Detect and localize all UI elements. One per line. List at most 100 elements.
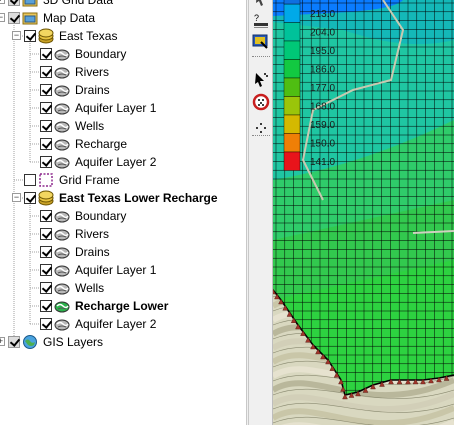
select-tool-icon[interactable] (251, 0, 271, 10)
map-coverage-icon (38, 190, 54, 206)
visibility-checkbox[interactable] (40, 228, 52, 240)
tree-item-label: East Texas Lower Recharge (59, 191, 218, 205)
tree-item-grid-frame[interactable]: Grid Frame (0, 171, 246, 189)
expand-icon[interactable]: + (0, 0, 5, 4)
tree-item-label: Wells (75, 281, 105, 295)
legend-swatch (283, 114, 301, 134)
coverage-layer-icon (54, 244, 70, 260)
visibility-checkbox[interactable] (40, 66, 52, 78)
collapse-icon[interactable]: − (12, 193, 21, 202)
coverage-layer-icon (54, 280, 70, 296)
tree-item-label: Aquifer Layer 1 (75, 263, 157, 277)
legend-swatch (283, 96, 301, 116)
coverage-layer-icon (54, 136, 70, 152)
map-data-folder-icon (22, 10, 38, 26)
tree-item-wells[interactable]: Wells (0, 279, 246, 297)
tree-item-label: Rivers (75, 65, 110, 79)
visibility-checkbox[interactable] (40, 282, 52, 294)
tree-item-label: GIS Layers (43, 335, 104, 349)
tree-item-label: Aquifer Layer 1 (75, 101, 157, 115)
tools-toolbar: ? (249, 0, 273, 425)
tree-item-recharge-lower[interactable]: Recharge Lower (0, 297, 246, 315)
legend-swatch (283, 59, 301, 79)
tree-item-wells[interactable]: Wells (0, 117, 246, 135)
visibility-checkbox[interactable] (40, 102, 52, 114)
tree-item-aquifer-layer-1[interactable]: Aquifer Layer 1 (0, 261, 246, 279)
legend-value: 213.0 (310, 9, 335, 20)
legend-value: 177.0 (310, 83, 335, 94)
tree-item-boundary[interactable]: Boundary (0, 45, 246, 63)
legend-value: 141.0 (310, 157, 335, 168)
coverage-layer-icon (54, 262, 70, 278)
legend-value: 186.0 (310, 65, 335, 76)
tree-item-aquifer-layer-1[interactable]: Aquifer Layer 1 (0, 99, 246, 117)
visibility-checkbox[interactable] (40, 48, 52, 60)
visibility-checkbox[interactable] (40, 300, 52, 312)
tree-item-map-data[interactable]: − Map Data (0, 9, 246, 27)
legend-swatch (283, 133, 301, 153)
collapse-icon[interactable]: − (12, 31, 21, 40)
legend-swatch (283, 3, 301, 23)
visibility-checkbox[interactable] (40, 156, 52, 168)
tree-item-label: Aquifer Layer 2 (75, 317, 157, 331)
legend-swatch-top (283, 0, 301, 5)
visibility-checkbox[interactable] (40, 138, 52, 150)
tree-item-label: Map Data (43, 11, 96, 25)
tree-item-east-texas[interactable]: − East Texas (0, 27, 246, 45)
tree-item-boundary[interactable]: Boundary (0, 207, 246, 225)
tree-item-aquifer-layer-2[interactable]: Aquifer Layer 2 (0, 153, 246, 171)
coverage-layer-icon (54, 208, 70, 224)
project-explorer-tree[interactable]: +3D Grid Data − Map Data − East Texas Boundar… (0, 0, 246, 425)
tree-item-label: Grid Frame (59, 173, 120, 187)
visibility-checkbox[interactable] (40, 246, 52, 258)
legend-swatch (283, 151, 301, 171)
tree-item-3d-grid-data[interactable]: +3D Grid Data (0, 0, 246, 9)
coverage-layer-icon (54, 100, 70, 116)
legend-value: 204.0 (310, 28, 335, 39)
coverage-layer-icon (54, 118, 70, 134)
tree-item-label: Recharge Lower (75, 299, 169, 313)
tree-item-recharge[interactable]: Recharge (0, 135, 246, 153)
visibility-checkbox[interactable] (8, 0, 20, 6)
visibility-checkbox[interactable] (8, 12, 20, 24)
coverage-layer-icon (54, 64, 70, 80)
legend-value: 168.0 (310, 102, 335, 113)
svg-text:?: ? (254, 13, 259, 23)
display-options-icon[interactable] (251, 32, 271, 52)
visibility-checkbox[interactable] (24, 30, 36, 42)
tree-item-rivers[interactable]: Rivers (0, 63, 246, 81)
tree-item-drains[interactable]: Drains (0, 81, 246, 99)
tree-item-rivers[interactable]: Rivers (0, 225, 246, 243)
coverage-layer-icon (54, 154, 70, 170)
visibility-checkbox[interactable] (40, 264, 52, 276)
collapse-icon[interactable]: − (0, 13, 5, 22)
visibility-checkbox[interactable] (24, 174, 36, 186)
tree-item-label: Boundary (75, 209, 127, 223)
select-arrow-icon[interactable] (251, 70, 271, 90)
tree-item-label: Drains (75, 83, 110, 97)
toolbar-separator (252, 56, 270, 57)
visibility-checkbox[interactable] (40, 210, 52, 222)
tree-item-label: 3D Grid Data (43, 0, 114, 7)
grid-frame-icon (38, 172, 54, 188)
visibility-checkbox[interactable] (8, 336, 20, 348)
tree-item-label: Boundary (75, 47, 127, 61)
map-view[interactable]: 213.0 204.0 195.0 186.0 177.0 168.0 159.0 150.0… (273, 0, 454, 425)
visibility-checkbox[interactable] (40, 84, 52, 96)
zoom-tool-icon[interactable] (251, 92, 271, 112)
tree-item-label: Rivers (75, 227, 110, 241)
expand-icon[interactable]: + (0, 337, 5, 346)
visibility-checkbox[interactable] (40, 318, 52, 330)
tree-item-aquifer-layer-2[interactable]: Aquifer Layer 2 (0, 315, 246, 333)
tree-item-gis-layers[interactable]: + GIS Layers (0, 333, 246, 351)
visibility-checkbox[interactable] (24, 192, 36, 204)
tree-item-east-texas-lower-recharge[interactable]: − East Texas Lower Recharge (0, 189, 246, 207)
tree-item-drains[interactable]: Drains (0, 243, 246, 261)
legend-value: 159.0 (310, 120, 335, 131)
legend-swatch (283, 77, 301, 97)
legend-value: 150.0 (310, 139, 335, 150)
legend-swatch (283, 40, 301, 60)
select-grid-cell-icon[interactable]: ? (251, 12, 271, 32)
map-canvas[interactable]: 213.0 204.0 195.0 186.0 177.0 168.0 159.0 150.0… (273, 0, 454, 425)
visibility-checkbox[interactable] (40, 120, 52, 132)
